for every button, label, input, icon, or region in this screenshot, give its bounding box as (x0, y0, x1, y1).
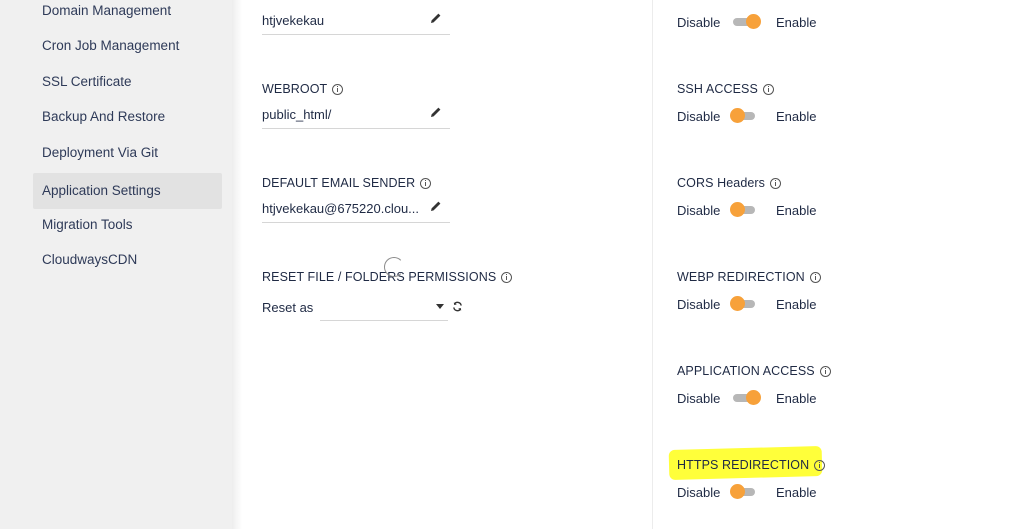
info-icon[interactable] (501, 271, 513, 283)
disable-label: Disable (677, 202, 721, 218)
pencil-icon[interactable] (430, 106, 442, 118)
chevron-down-icon[interactable] (436, 304, 444, 309)
loading-spinner-icon (384, 257, 404, 277)
toggle-row-top: Disable Enable (677, 13, 816, 31)
sidebar-item-deployment-via-git[interactable]: Deployment Via Git (33, 135, 222, 171)
column-divider (652, 0, 653, 529)
enable-label: Enable (776, 14, 817, 30)
sidebar: Domain Management Cron Job Management SS… (0, 0, 232, 529)
toggle-switch[interactable] (732, 13, 761, 31)
enable-label: Enable (776, 484, 817, 500)
disable-label: Disable (677, 108, 721, 124)
info-icon[interactable] (420, 177, 432, 189)
webp-redirection-label: WEBP REDIRECTION (677, 270, 821, 284)
application-access-toggle[interactable] (732, 389, 761, 407)
application-access-label: APPLICATION ACCESS (677, 364, 831, 378)
enable-label: Enable (776, 296, 817, 312)
info-icon[interactable] (332, 83, 344, 95)
enable-label: Enable (776, 390, 817, 406)
cors-headers-toggle[interactable] (730, 201, 756, 219)
refresh-icon[interactable] (452, 301, 463, 312)
default-email-sender-field[interactable]: htjvekekau@675220.clou... (262, 198, 450, 223)
toggle-row-webp-redirection: Disable Enable (677, 295, 816, 313)
reset-owner-select[interactable] (320, 296, 448, 321)
disable-label: Disable (677, 14, 721, 30)
sidebar-item-migration-tools[interactable]: Migration Tools (33, 207, 222, 243)
info-icon[interactable] (770, 177, 782, 189)
https-redirection-label: HTTPS REDIRECTION (677, 458, 826, 472)
ssh-access-label-text: SSH ACCESS (677, 82, 758, 96)
enable-label: Enable (776, 108, 817, 124)
reset-permissions-label-text: RESET FILE / FOLDERS PERMISSIONS (262, 270, 497, 284)
sidebar-item-application-settings[interactable]: Application Settings (33, 173, 222, 209)
sidebar-item-ssl-certificate[interactable]: SSL Certificate (33, 64, 222, 100)
cors-headers-label: CORS Headers (677, 176, 782, 190)
toggle-row-https-redirection: Disable Enable (677, 483, 816, 501)
sidebar-item-domain-management[interactable]: Domain Management (33, 0, 222, 29)
disable-label: Disable (677, 390, 721, 406)
pencil-icon[interactable] (430, 12, 442, 24)
cors-headers-label-text: CORS Headers (677, 176, 766, 190)
username-value: htjvekekau (262, 13, 325, 28)
disable-label: Disable (677, 484, 721, 500)
default-email-sender-value: htjvekekau@675220.clou... (262, 201, 420, 216)
webroot-label-text: WEBROOT (262, 82, 328, 96)
pencil-icon[interactable] (430, 200, 442, 212)
https-redirection-toggle[interactable] (730, 483, 756, 501)
webroot-value: public_html/ (262, 107, 332, 122)
webroot-field[interactable]: public_html/ (262, 104, 450, 129)
info-icon[interactable] (762, 83, 774, 95)
sidebar-item-backup-and-restore[interactable]: Backup And Restore (33, 99, 222, 135)
info-icon[interactable] (809, 271, 821, 283)
enable-label: Enable (776, 202, 817, 218)
default-email-sender-label-text: DEFAULT EMAIL SENDER (262, 176, 416, 190)
info-icon[interactable] (814, 459, 826, 471)
toggle-row-ssh-access: Disable Enable (677, 107, 816, 125)
ssh-access-toggle[interactable] (730, 107, 756, 125)
username-field[interactable]: htjvekekau (262, 10, 450, 35)
disable-label: Disable (677, 296, 721, 312)
sidebar-item-cron-job-management[interactable]: Cron Job Management (33, 28, 222, 64)
sidebar-item-cloudways-cdn[interactable]: CloudwaysCDN (33, 242, 222, 278)
default-email-sender-label: DEFAULT EMAIL SENDER (262, 176, 432, 190)
application-access-label-text: APPLICATION ACCESS (677, 364, 815, 378)
sidebar-shadow (232, 0, 242, 529)
toggle-row-application-access: Disable Enable (677, 389, 816, 407)
info-icon[interactable] (819, 365, 831, 377)
ssh-access-label: SSH ACCESS (677, 82, 774, 96)
webroot-label: WEBROOT (262, 82, 344, 96)
reset-as-label: Reset as (262, 300, 314, 315)
webp-redirection-toggle[interactable] (730, 295, 756, 313)
https-redirection-label-text: HTTPS REDIRECTION (677, 458, 810, 472)
webp-redirection-label-text: WEBP REDIRECTION (677, 270, 805, 284)
toggle-row-cors-headers: Disable Enable (677, 201, 816, 219)
